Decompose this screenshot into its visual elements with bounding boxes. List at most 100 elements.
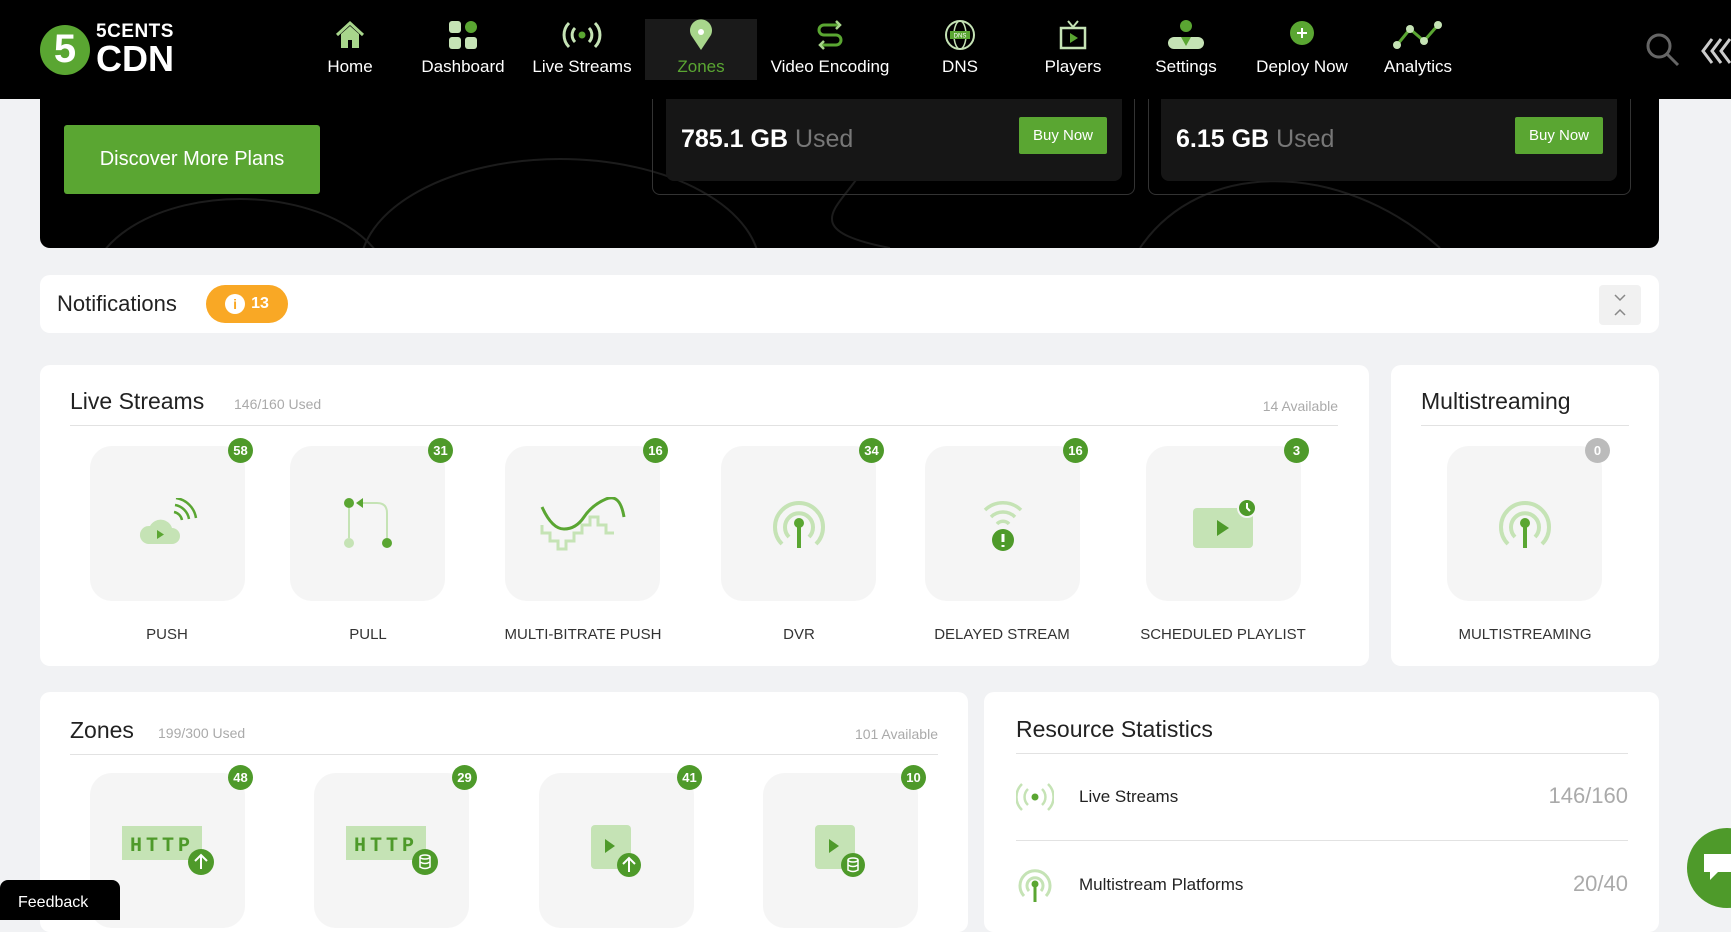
nav-players[interactable]: Players xyxy=(1017,19,1129,80)
nav-label: DNS xyxy=(942,57,978,76)
antenna-signal-icon xyxy=(1498,500,1551,548)
zone-tile-vod-storage[interactable]: 10 xyxy=(763,765,926,928)
user-settings-icon xyxy=(1168,20,1204,49)
stat-value: 20/40 xyxy=(1572,871,1628,896)
nav-live-streams[interactable]: Live Streams xyxy=(526,19,638,80)
info-icon: i xyxy=(225,294,246,314)
divider xyxy=(70,425,1338,426)
collapse-toggle-button[interactable] xyxy=(1599,285,1641,325)
encoding-icon xyxy=(817,20,843,50)
notification-count-badge[interactable]: i 13 xyxy=(206,285,288,323)
delayed-signal-icon xyxy=(983,500,1022,551)
collapse-sidebar-chevrons-icon[interactable] xyxy=(1700,36,1731,66)
scheduled-play-icon xyxy=(1192,497,1257,548)
count-badge: 10 xyxy=(901,765,926,790)
tile-label: MULTI-BITRATE PUSH xyxy=(504,626,662,643)
plus-circle-icon xyxy=(1290,21,1314,45)
logo-line2: CDN xyxy=(96,38,174,79)
zone-tile-vod-push[interactable]: 41 xyxy=(539,765,702,928)
usage-card: 6.15 GB Used Buy Now xyxy=(1161,99,1617,181)
location-pin-icon xyxy=(690,19,712,50)
home-icon xyxy=(335,20,365,48)
tile-label: DVR xyxy=(783,626,815,643)
tile-label: DELAYED STREAM xyxy=(934,626,1070,643)
tile-label: PUSH xyxy=(146,626,188,643)
antenna-signal-icon xyxy=(772,500,825,548)
analytics-icon xyxy=(1393,21,1442,49)
chat-bubble-icon xyxy=(1704,854,1731,880)
nav-settings[interactable]: Settings xyxy=(1130,19,1242,80)
search-icon[interactable] xyxy=(1645,32,1681,68)
stat-value: 146/160 xyxy=(1548,783,1628,808)
nav-home[interactable]: Home xyxy=(294,19,406,80)
count-badge: 16 xyxy=(643,438,668,463)
scheduled-playlist-tile[interactable]: 3 xyxy=(1146,438,1309,601)
broadcast-icon xyxy=(562,21,602,49)
multi-bitrate-push-tile[interactable]: 16 xyxy=(505,438,668,601)
resource-statistics-title: Resource Statistics xyxy=(1016,716,1213,742)
chat-button[interactable] xyxy=(1687,828,1731,908)
tile-label: PULL xyxy=(349,626,387,643)
buy-now-button[interactable]: Buy Now xyxy=(1515,117,1603,154)
count-badge: 16 xyxy=(1063,438,1088,463)
zones-used: 199/300 Used xyxy=(158,725,246,741)
logo[interactable]: 5 5CENTS CDN xyxy=(40,22,174,77)
usage-card: 785.1 GB Used Buy Now xyxy=(666,99,1122,181)
top-navbar: 5 5CENTS CDN Home Dashboard Live Streams … xyxy=(0,0,1731,99)
broadcast-icon xyxy=(1016,783,1054,811)
buy-now-button[interactable]: Buy Now xyxy=(1019,117,1107,154)
http-push-icon: HTTP xyxy=(121,825,214,875)
count-badge: 48 xyxy=(228,765,253,790)
http-icon-text: HTTP xyxy=(353,835,417,858)
discover-more-plans-button[interactable]: Discover More Plans xyxy=(64,125,320,194)
globe-dns-icon: DNS xyxy=(945,20,975,50)
zones-available: 101 Available xyxy=(854,726,938,742)
nav-label: Analytics xyxy=(1383,57,1453,76)
count-badge: 31 xyxy=(428,438,453,463)
nav-dashboard[interactable]: Dashboard xyxy=(407,19,519,80)
nav-analytics[interactable]: Analytics xyxy=(1362,19,1474,80)
dvr-tile[interactable]: 34 xyxy=(721,438,884,601)
push-tile[interactable]: 58 xyxy=(90,438,253,601)
http-storage-icon: HTTP xyxy=(345,825,438,875)
divider xyxy=(1016,840,1628,841)
nav-label: Live Streams xyxy=(532,57,632,76)
live-streams-used: 146/160 Used xyxy=(234,396,322,412)
nav-label: Dashboard xyxy=(421,57,505,76)
count-badge: 3 xyxy=(1284,438,1309,463)
feedback-button[interactable]: Feedback xyxy=(0,880,120,920)
divider xyxy=(70,754,938,755)
live-streams-available: 14 Available xyxy=(1262,398,1338,414)
stat-label: Multistream Platforms xyxy=(1079,875,1244,894)
nav-label: Zones xyxy=(677,57,725,76)
cloud-push-icon xyxy=(139,497,197,544)
stat-row-multistream-platforms: Multistream Platforms 20/40 xyxy=(1016,866,1628,902)
tv-play-icon xyxy=(1059,20,1087,50)
multistreaming-tile[interactable]: 0 xyxy=(1447,438,1610,601)
notifications-title: Notifications xyxy=(57,291,177,316)
nav-dns[interactable]: DNS DNS xyxy=(904,19,1016,80)
count-badge: 58 xyxy=(228,438,253,463)
count-badge: 34 xyxy=(859,438,884,463)
nav-video-encoding[interactable]: Video Encoding xyxy=(765,19,895,80)
nav-zones[interactable]: Zones xyxy=(645,19,757,80)
video-push-icon xyxy=(590,824,641,877)
delayed-stream-tile[interactable]: 16 xyxy=(925,438,1088,601)
nav-deploy-now[interactable]: Deploy Now xyxy=(1246,19,1358,80)
collapse-chevrons-icon xyxy=(1614,294,1626,316)
dns-icon-text: DNS xyxy=(954,34,967,40)
pull-route-icon xyxy=(343,497,392,548)
multi-bitrate-wave-icon xyxy=(540,496,625,550)
stat-label: Live Streams xyxy=(1079,787,1179,806)
zone-tile-http-pull[interactable]: HTTP 29 xyxy=(314,765,477,928)
notifications-bar: Notifications i 13 xyxy=(40,275,1659,333)
logo-mark: 5 xyxy=(40,24,90,75)
nav-label: Settings xyxy=(1155,57,1217,76)
count-badge: 41 xyxy=(677,765,702,790)
divider xyxy=(1421,425,1629,426)
count-badge: 29 xyxy=(452,765,477,790)
live-streams-title: Live Streams xyxy=(70,388,205,414)
pull-tile[interactable]: 31 xyxy=(290,438,453,601)
usage-amount: 785.1 GB Used xyxy=(681,125,854,153)
usage-amount: 6.15 GB Used xyxy=(1176,125,1335,153)
